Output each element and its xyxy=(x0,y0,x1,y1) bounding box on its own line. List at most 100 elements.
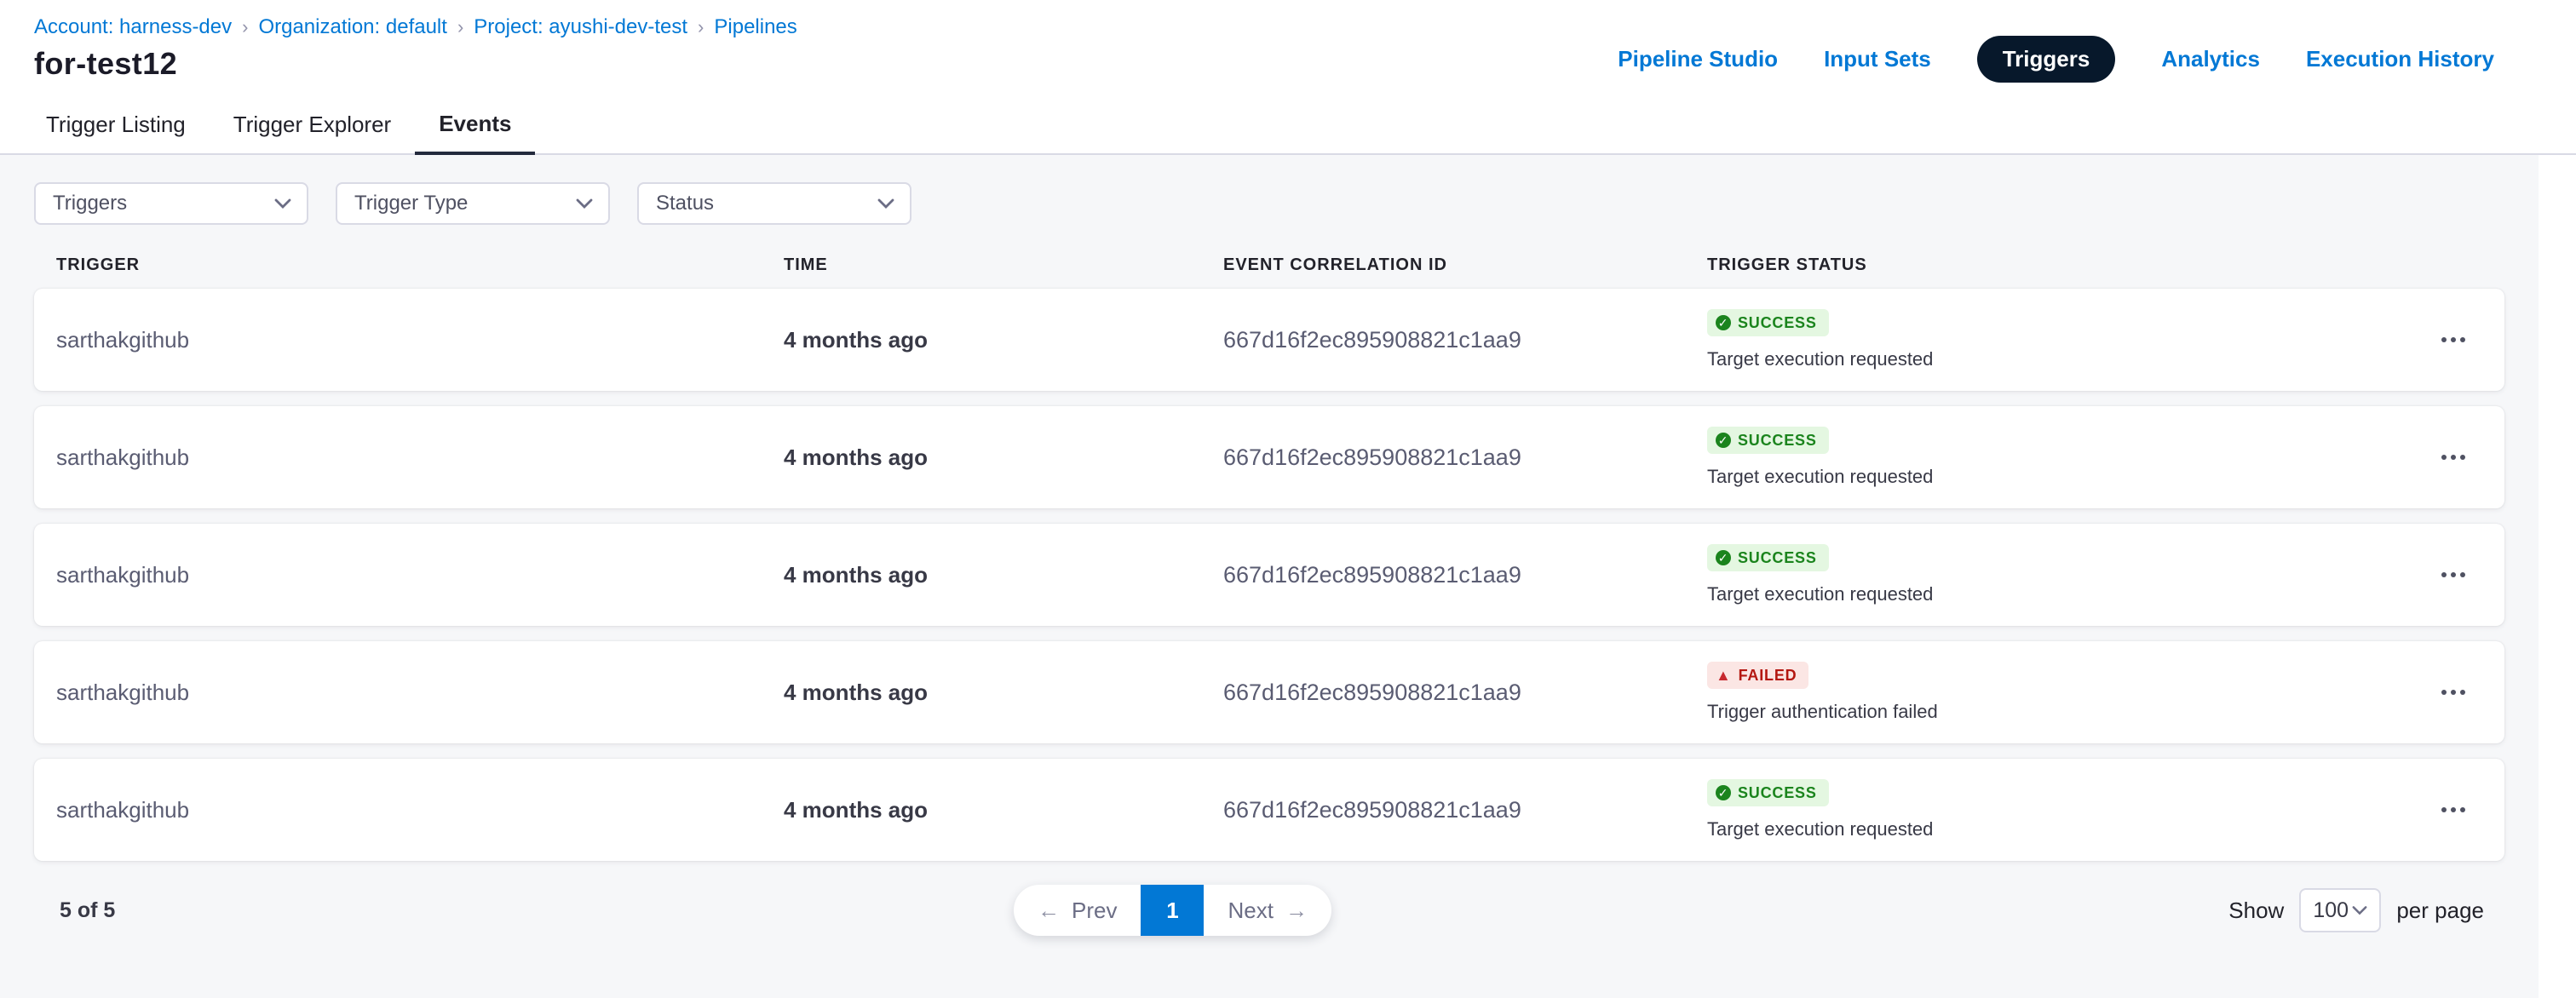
nav-input-sets[interactable]: Input Sets xyxy=(1824,46,1931,72)
trigger-name: sarthakgithub xyxy=(56,641,784,743)
status-badge: ✓ ▲ SUCCESS xyxy=(1707,544,1829,571)
status-detail: Target execution requested xyxy=(1707,466,1933,488)
status-detail: Target execution requested xyxy=(1707,818,1933,840)
table-row: sarthakgithub 4 months ago 667d16f2ec895… xyxy=(34,406,2504,508)
event-time: 4 months ago xyxy=(784,524,1223,626)
column-header-time: TIME xyxy=(784,255,1223,275)
column-header-trigger-status: TRIGGER STATUS xyxy=(1707,255,2402,275)
nav-execution-history[interactable]: Execution History xyxy=(2306,46,2494,72)
nav-triggers[interactable]: Triggers xyxy=(1977,36,2116,83)
status-label: SUCCESS xyxy=(1738,314,1817,332)
event-correlation-id: 667d16f2ec895908821c1aa9 xyxy=(1223,524,1707,626)
status-label: FAILED xyxy=(1739,667,1797,685)
status-label: SUCCESS xyxy=(1738,549,1817,567)
next-label: Next xyxy=(1228,898,1273,924)
tab-bar: Trigger Listing Trigger Explorer Events xyxy=(0,95,2576,155)
pagination-bar: 5 of 5 ← Prev 1 Next → Show 100 per pa xyxy=(0,885,2576,936)
pipeline-nav: Pipeline Studio Input Sets Triggers Anal… xyxy=(1618,36,2494,83)
tab-events[interactable]: Events xyxy=(415,95,535,155)
column-header-trigger: TRIGGER xyxy=(56,255,784,275)
events-content: Triggers Trigger Type Status TRIGGER TIM… xyxy=(0,155,2576,998)
trigger-status-cell: ✓ ▲ FAILED Trigger authentication failed xyxy=(1707,641,2402,743)
table-header: TRIGGER TIME EVENT CORRELATION ID TRIGGE… xyxy=(34,255,2504,275)
page-header: Account: harness-dev › Organization: def… xyxy=(0,0,2576,95)
table-row: sarthakgithub 4 months ago 667d16f2ec895… xyxy=(34,759,2504,861)
chevron-down-icon xyxy=(2352,905,2367,915)
status-badge: ✓ ▲ FAILED xyxy=(1707,662,1808,689)
warning-icon: ▲ xyxy=(1716,668,1732,683)
status-badge: ✓ ▲ SUCCESS xyxy=(1707,427,1829,454)
event-time: 4 months ago xyxy=(784,641,1223,743)
trigger-type-filter-value: Trigger Type xyxy=(354,192,468,215)
table-row: sarthakgithub 4 months ago 667d16f2ec895… xyxy=(34,524,2504,626)
events-list: sarthakgithub 4 months ago 667d16f2ec895… xyxy=(34,289,2504,861)
per-page-label: per page xyxy=(2396,898,2484,924)
chevron-down-icon xyxy=(576,198,593,209)
trigger-status-cell: ✓ ▲ SUCCESS Target execution requested xyxy=(1707,289,2402,391)
trigger-status-cell: ✓ ▲ SUCCESS Target execution requested xyxy=(1707,759,2402,861)
event-time: 4 months ago xyxy=(784,406,1223,508)
table-row: sarthakgithub 4 months ago 667d16f2ec895… xyxy=(34,289,2504,391)
status-filter-select[interactable]: Status xyxy=(637,182,911,225)
arrow-left-icon: ← xyxy=(1038,898,1060,924)
tab-trigger-listing[interactable]: Trigger Listing xyxy=(22,95,210,153)
status-filter-value: Status xyxy=(656,192,714,215)
page-size-control: Show 100 per page xyxy=(2228,888,2484,932)
breadcrumb-organization[interactable]: Organization: default xyxy=(258,15,446,39)
chevron-down-icon xyxy=(877,198,894,209)
more-options-icon[interactable] xyxy=(2435,445,2472,470)
page-1-button[interactable]: 1 xyxy=(1141,885,1204,936)
pagination: ← Prev 1 Next → xyxy=(1014,885,1331,936)
status-badge: ✓ ▲ SUCCESS xyxy=(1707,779,1829,806)
trigger-type-filter-select[interactable]: Trigger Type xyxy=(336,182,610,225)
table-row: sarthakgithub 4 months ago 667d16f2ec895… xyxy=(34,641,2504,743)
column-header-correlation-id: EVENT CORRELATION ID xyxy=(1223,255,1707,275)
prev-label: Prev xyxy=(1072,898,1117,924)
breadcrumb: Account: harness-dev › Organization: def… xyxy=(34,15,797,39)
page-size-select[interactable]: 100 xyxy=(2299,888,2381,932)
items-count: 5 of 5 xyxy=(60,898,115,923)
chevron-right-icon: › xyxy=(242,15,248,39)
triggers-filter-value: Triggers xyxy=(53,192,127,215)
more-options-icon[interactable] xyxy=(2435,327,2472,353)
arrow-right-icon: → xyxy=(1285,898,1308,924)
more-options-icon[interactable] xyxy=(2435,562,2472,588)
tab-trigger-explorer[interactable]: Trigger Explorer xyxy=(210,95,415,153)
trigger-name: sarthakgithub xyxy=(56,524,784,626)
nav-analytics[interactable]: Analytics xyxy=(2161,46,2260,72)
breadcrumb-account[interactable]: Account: harness-dev xyxy=(34,15,232,39)
page-title: for-test12 xyxy=(34,46,797,82)
trigger-name: sarthakgithub xyxy=(56,289,784,391)
nav-pipeline-studio[interactable]: Pipeline Studio xyxy=(1618,46,1778,72)
event-correlation-id: 667d16f2ec895908821c1aa9 xyxy=(1223,759,1707,861)
event-correlation-id: 667d16f2ec895908821c1aa9 xyxy=(1223,289,1707,391)
breadcrumb-project[interactable]: Project: ayushi-dev-test xyxy=(474,15,687,39)
trigger-name: sarthakgithub xyxy=(56,406,784,508)
status-detail: Trigger authentication failed xyxy=(1707,701,1938,723)
status-detail: Target execution requested xyxy=(1707,583,1933,605)
check-circle-icon: ✓ xyxy=(1716,785,1731,800)
page-size-value: 100 xyxy=(2313,898,2349,923)
event-correlation-id: 667d16f2ec895908821c1aa9 xyxy=(1223,406,1707,508)
filter-bar: Triggers Trigger Type Status xyxy=(34,182,2576,225)
event-time: 4 months ago xyxy=(784,759,1223,861)
chevron-right-icon: › xyxy=(457,15,463,39)
status-label: SUCCESS xyxy=(1738,432,1817,450)
status-badge: ✓ ▲ SUCCESS xyxy=(1707,309,1829,336)
header-left: Account: harness-dev › Organization: def… xyxy=(34,15,797,82)
status-label: SUCCESS xyxy=(1738,784,1817,802)
prev-button[interactable]: ← Prev xyxy=(1014,885,1141,936)
trigger-name: sarthakgithub xyxy=(56,759,784,861)
trigger-status-cell: ✓ ▲ SUCCESS Target execution requested xyxy=(1707,524,2402,626)
breadcrumb-pipelines[interactable]: Pipelines xyxy=(714,15,796,39)
event-correlation-id: 667d16f2ec895908821c1aa9 xyxy=(1223,641,1707,743)
triggers-filter-select[interactable]: Triggers xyxy=(34,182,308,225)
app-window: Account: harness-dev › Organization: def… xyxy=(0,0,2576,998)
event-time: 4 months ago xyxy=(784,289,1223,391)
check-circle-icon: ✓ xyxy=(1716,433,1731,448)
more-options-icon[interactable] xyxy=(2435,680,2472,705)
more-options-icon[interactable] xyxy=(2435,797,2472,823)
chevron-right-icon: › xyxy=(698,15,704,39)
chevron-down-icon xyxy=(274,198,291,209)
next-button[interactable]: Next → xyxy=(1204,885,1331,936)
